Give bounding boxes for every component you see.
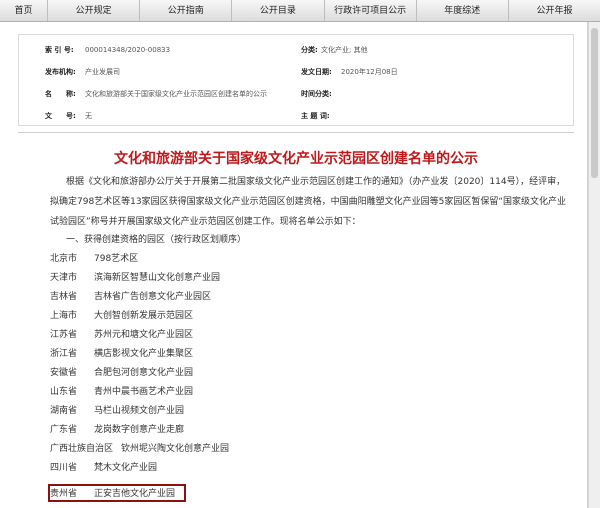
- province: 天津市: [50, 273, 78, 283]
- province: 吉林省: [50, 292, 78, 302]
- province: 上海市: [50, 311, 78, 321]
- topic-label: 时间分类:: [301, 90, 332, 98]
- park-name: 合肥包河创意文化产业园: [94, 368, 194, 378]
- park-name: 马栏山视频文创产业园: [94, 406, 185, 416]
- list-item: 湖南省 马栏山视频文创产业园: [50, 402, 184, 420]
- province: 四川省: [50, 463, 78, 473]
- divider: [18, 132, 574, 133]
- park-name: 青州中晨书画艺术产业园: [94, 387, 194, 397]
- province: 北京市: [50, 254, 78, 264]
- list-item: 浙江省 横店影视文化产业集聚区: [50, 345, 193, 363]
- nav-home[interactable]: 首页: [0, 0, 48, 21]
- province: 广东省: [50, 425, 78, 435]
- section-heading: 一、获得创建资格的园区（按行政区划顺序）: [66, 235, 247, 245]
- index-label: 索 引 号:: [45, 46, 74, 54]
- issuer-value: 产业发展司: [85, 68, 120, 76]
- nav-disclosure-rules[interactable]: 公开规定: [48, 0, 141, 21]
- list-item: 山东省 青州中晨书画艺术产业园: [50, 383, 193, 401]
- category-label: 分类:: [301, 46, 318, 54]
- nav-annual-review[interactable]: 年度综述: [417, 0, 509, 21]
- nav-disclosure-catalog[interactable]: 公开目录: [232, 0, 325, 21]
- nav-admin-license[interactable]: 行政许可项目公示: [325, 0, 417, 21]
- province: 广西壮族自治区: [50, 444, 114, 454]
- name-label: 名 称:: [45, 90, 76, 98]
- province: 江苏省: [50, 330, 78, 340]
- date-value: 2020年12月08日: [341, 68, 398, 76]
- province: 安徽省: [50, 368, 78, 378]
- scrollbar-thumb[interactable]: [591, 28, 598, 178]
- list-item: 广西壮族自治区 钦州坭兴陶文化创意产业园: [50, 440, 229, 458]
- list-item: 天津市 滨海新区智慧山文化创意产业园: [50, 269, 220, 287]
- issuer-label: 发布机构:: [45, 68, 76, 76]
- park-name: 横店影视文化产业集聚区: [94, 349, 194, 359]
- park-name: 吉林省广告创意文化产业园区: [94, 292, 212, 302]
- page-title: 文化和旅游部关于国家级文化产业示范园区创建名单的公示: [114, 151, 478, 167]
- park-name: 龙岗数字创意产业走廊: [94, 425, 185, 435]
- top-navigation: 首页 公开规定 公开指南 公开目录 行政许可项目公示 年度综述 公开年报: [0, 0, 600, 22]
- index-value: 000014348/2020-00833: [85, 46, 171, 54]
- category-value: 文化产业; 其他: [321, 46, 368, 54]
- docno-value: 无: [85, 112, 92, 120]
- list-item: 江苏省 苏州元和塘文化产业园区: [50, 326, 193, 344]
- province: 浙江省: [50, 349, 78, 359]
- subject-label: 主 题 词:: [301, 112, 330, 120]
- list-item: 广东省 龙岗数字创意产业走廊: [50, 421, 184, 439]
- park-name: 梵木文化产业园: [94, 463, 158, 473]
- nav-disclosure-guide[interactable]: 公开指南: [140, 0, 233, 21]
- list-item: 吉林省 吉林省广告创意文化产业园区: [50, 288, 211, 306]
- name-value: 文化和旅游部关于国家级文化产业示范园区创建名单的公示: [85, 90, 267, 98]
- list-item: 北京市 798艺术区: [50, 250, 138, 268]
- park-name: 798艺术区: [94, 254, 139, 264]
- date-label: 发文日期:: [301, 68, 332, 76]
- list-item: 上海市 大创智创新发展示范园区: [50, 307, 193, 325]
- park-name: 苏州元和塘文化产业园区: [94, 330, 194, 340]
- province: 湖南省: [50, 406, 78, 416]
- park-name: 滨海新区智慧山文化创意产业园: [94, 273, 221, 283]
- intro-paragraph: 根据《文化和旅游部办公厅关于开展第二批国家级文化产业示范园区创建工作的通知》（办…: [50, 177, 567, 227]
- province: 山东省: [50, 387, 78, 397]
- highlight-frame: [48, 484, 186, 502]
- park-name: 大创智创新发展示范园区: [94, 311, 194, 321]
- list-item: 安徽省 合肥包河创意文化产业园: [50, 364, 193, 382]
- park-name: 钦州坭兴陶文化创意产业园: [121, 444, 230, 454]
- docno-label: 文 号:: [45, 112, 76, 120]
- nav-annual-report[interactable]: 公开年报: [509, 0, 600, 21]
- list-item: 四川省 梵木文化产业园: [50, 459, 157, 477]
- scrollbar[interactable]: [588, 22, 600, 508]
- document-metadata: 索 引 号: 000014348/2020-00833 分类: 文化产业; 其他…: [18, 34, 574, 126]
